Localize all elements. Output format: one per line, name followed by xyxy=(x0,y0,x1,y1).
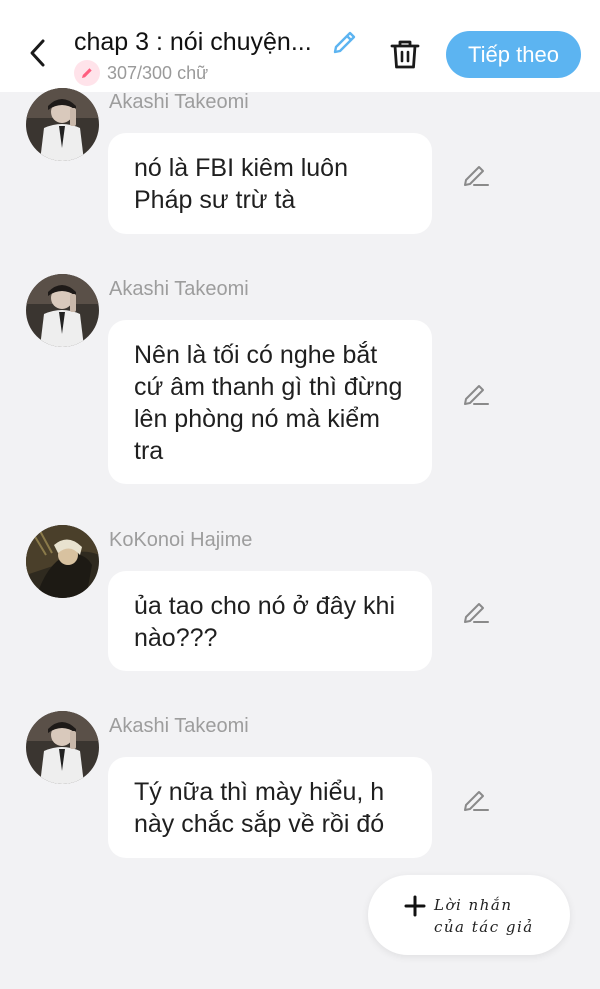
pencil-icon xyxy=(333,31,356,54)
edit-title-button[interactable] xyxy=(331,26,361,56)
next-button[interactable]: Tiếp theo xyxy=(446,31,581,78)
pencil-icon xyxy=(464,603,489,623)
word-count-row: 307/300 chữ xyxy=(74,60,209,86)
author-note-button[interactable]: Lời nhắn của tác giả xyxy=(368,875,570,955)
sender-name: Akashi Takeomi xyxy=(109,91,249,113)
message-bubble[interactable]: Tý nữa thì mày hiểu, h này chắc sắp về r… xyxy=(108,757,432,858)
plus-icon xyxy=(404,895,426,917)
pencil-icon xyxy=(464,166,489,186)
sender-name: Akashi Takeomi xyxy=(109,278,249,300)
trash-icon xyxy=(390,40,420,69)
author-note-label: Lời nhắn của tác giả xyxy=(434,896,534,936)
avatar-kokonoi[interactable] xyxy=(26,525,99,598)
avatar-akashi[interactable] xyxy=(26,88,99,161)
edit-message-button[interactable] xyxy=(462,160,490,188)
edit-message-button[interactable] xyxy=(462,785,490,813)
chapter-title[interactable]: chap 3 : nói chuyện... xyxy=(74,28,330,57)
word-count: 307/300 chữ xyxy=(107,62,209,83)
pencil-icon xyxy=(464,385,489,405)
delete-button[interactable] xyxy=(387,36,423,72)
top-bar: chap 3 : nói chuyện... 307/300 chữ Tiếp … xyxy=(0,0,600,92)
chevron-left-icon xyxy=(30,39,45,67)
sender-name: Akashi Takeomi xyxy=(109,715,249,737)
message-bubble[interactable]: Nên là tối có nghe bắt cứ âm thanh gì th… xyxy=(108,320,432,484)
sender-name: KoKonoi Hajime xyxy=(109,529,253,551)
edit-message-button[interactable] xyxy=(462,597,490,625)
pencil-icon xyxy=(464,791,489,811)
avatar-akashi[interactable] xyxy=(26,274,99,347)
back-button[interactable] xyxy=(22,36,52,70)
avatar-akashi[interactable] xyxy=(26,711,99,784)
edit-message-button[interactable] xyxy=(462,379,490,407)
pencil-badge-icon xyxy=(74,60,100,86)
message-bubble[interactable]: nó là FBI kiêm luôn Pháp sư trừ tà xyxy=(108,133,432,234)
message-bubble[interactable]: ủa tao cho nó ở đây khi nào??? xyxy=(108,571,432,671)
